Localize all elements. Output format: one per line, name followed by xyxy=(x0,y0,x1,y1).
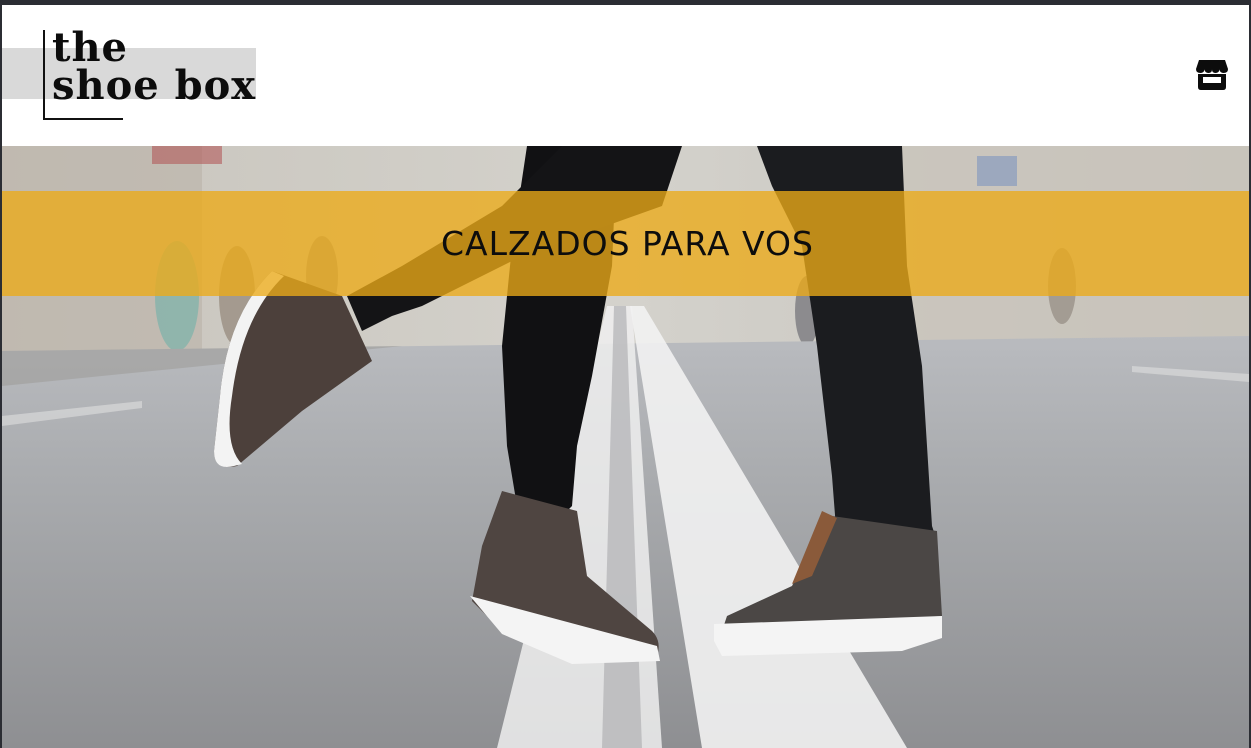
site-header: the shoe box xyxy=(2,5,1249,146)
logo-line-2: shoe box xyxy=(52,62,257,109)
page: the shoe box CALZADOS PARA VOS xyxy=(2,5,1249,748)
hero-banner: CALZADOS PARA VOS xyxy=(2,191,1249,296)
logo-horizontal-line xyxy=(43,118,123,120)
hero-banner-title: CALZADOS PARA VOS xyxy=(441,224,814,263)
brand-logo[interactable]: the shoe box xyxy=(2,5,262,146)
logo-text: the shoe box xyxy=(52,28,257,109)
logo-vertical-line xyxy=(43,30,45,120)
hero-section: CALZADOS PARA VOS xyxy=(2,146,1249,748)
store-icon[interactable] xyxy=(1195,57,1229,91)
